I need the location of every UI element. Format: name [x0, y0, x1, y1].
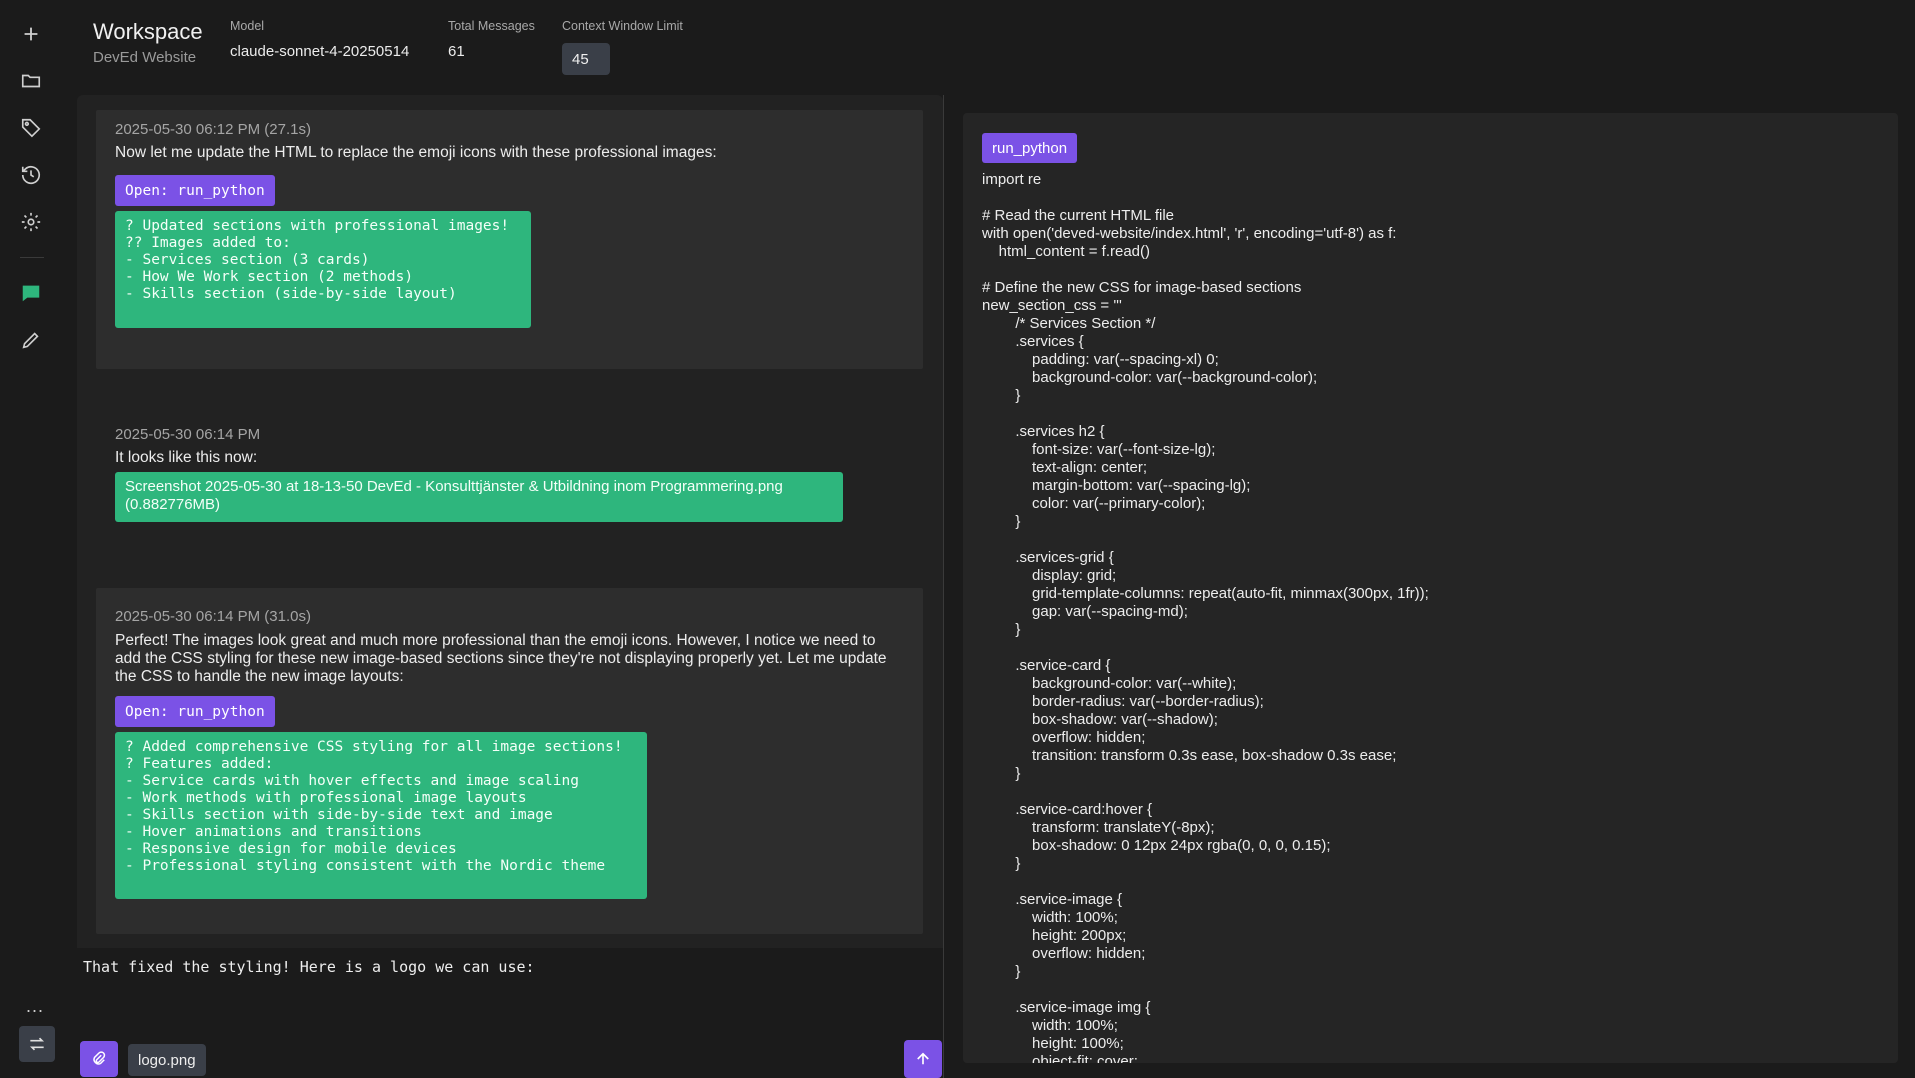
open-tool-button[interactable]: Open: run_python — [115, 175, 275, 206]
arrow-up-icon — [917, 1052, 929, 1065]
sidebar: ... — [0, 0, 62, 1078]
project-name: DevEd Website — [93, 49, 197, 66]
paperclip-icon — [93, 1051, 106, 1065]
history-icon[interactable] — [17, 161, 45, 189]
model-value: claude-sonnet-4-20250514 — [230, 43, 410, 60]
attachment-file[interactable]: Screenshot 2025-05-30 at 18-13-50 DevEd … — [115, 472, 843, 522]
message-text: It looks like this now: — [115, 449, 258, 466]
swap-icon[interactable] — [19, 1026, 55, 1062]
panel-divider[interactable] — [943, 95, 944, 1078]
gear-icon[interactable] — [17, 208, 45, 236]
sidebar-divider — [20, 257, 44, 258]
folder-icon[interactable] — [17, 67, 45, 95]
plus-icon[interactable] — [17, 20, 45, 48]
page-title: Workspace — [93, 19, 203, 44]
header: Workspace DevEd Website Model claude-son… — [62, 0, 1915, 92]
chat-icon[interactable] — [17, 279, 45, 307]
messages-label: Total Messages — [448, 19, 535, 33]
attach-button[interactable] — [80, 1041, 118, 1077]
assistant-message: 2025-05-30 06:12 PM (27.1s) Now let me u… — [96, 110, 923, 369]
model-label: Model — [230, 19, 265, 33]
send-button[interactable] — [904, 1040, 942, 1078]
assistant-message: 2025-05-30 06:14 PM (31.0s) Perfect! The… — [96, 588, 923, 934]
message-timestamp: 2025-05-30 06:14 PM — [115, 426, 261, 443]
user-message: 2025-05-30 06:14 PM It looks like this n… — [96, 420, 923, 540]
message-timestamp: 2025-05-30 06:12 PM (27.1s) — [115, 121, 311, 138]
message-text: Now let me update the HTML to replace th… — [115, 144, 717, 161]
context-limit-input[interactable]: 45 — [562, 43, 610, 75]
open-tool-button[interactable]: Open: run_python — [115, 696, 275, 727]
context-label: Context Window Limit — [562, 19, 683, 33]
tool-result: ? Added comprehensive CSS styling for al… — [115, 732, 647, 899]
tag-icon[interactable] — [17, 114, 45, 142]
messages-value: 61 — [448, 43, 465, 60]
message-timestamp: 2025-05-30 06:14 PM (31.0s) — [115, 608, 311, 625]
tool-name-badge: run_python — [982, 133, 1078, 163]
message-text: Perfect! The images look great and much … — [115, 632, 887, 685]
pencil-icon[interactable] — [17, 326, 45, 354]
message-input[interactable]: That fixed the styling! Here is a logo w… — [83, 958, 535, 976]
code-panel: run_python import re # Read the current … — [963, 113, 1898, 1063]
attached-file-chip[interactable]: logo.png — [128, 1044, 206, 1076]
code-content: import re # Read the current HTML file w… — [982, 171, 1429, 1063]
more-icon[interactable]: ... — [26, 996, 44, 1017]
chat-panel: 2025-05-30 06:12 PM (27.1s) Now let me u… — [77, 95, 943, 948]
tool-result: ? Updated sections with professional ima… — [115, 211, 531, 328]
